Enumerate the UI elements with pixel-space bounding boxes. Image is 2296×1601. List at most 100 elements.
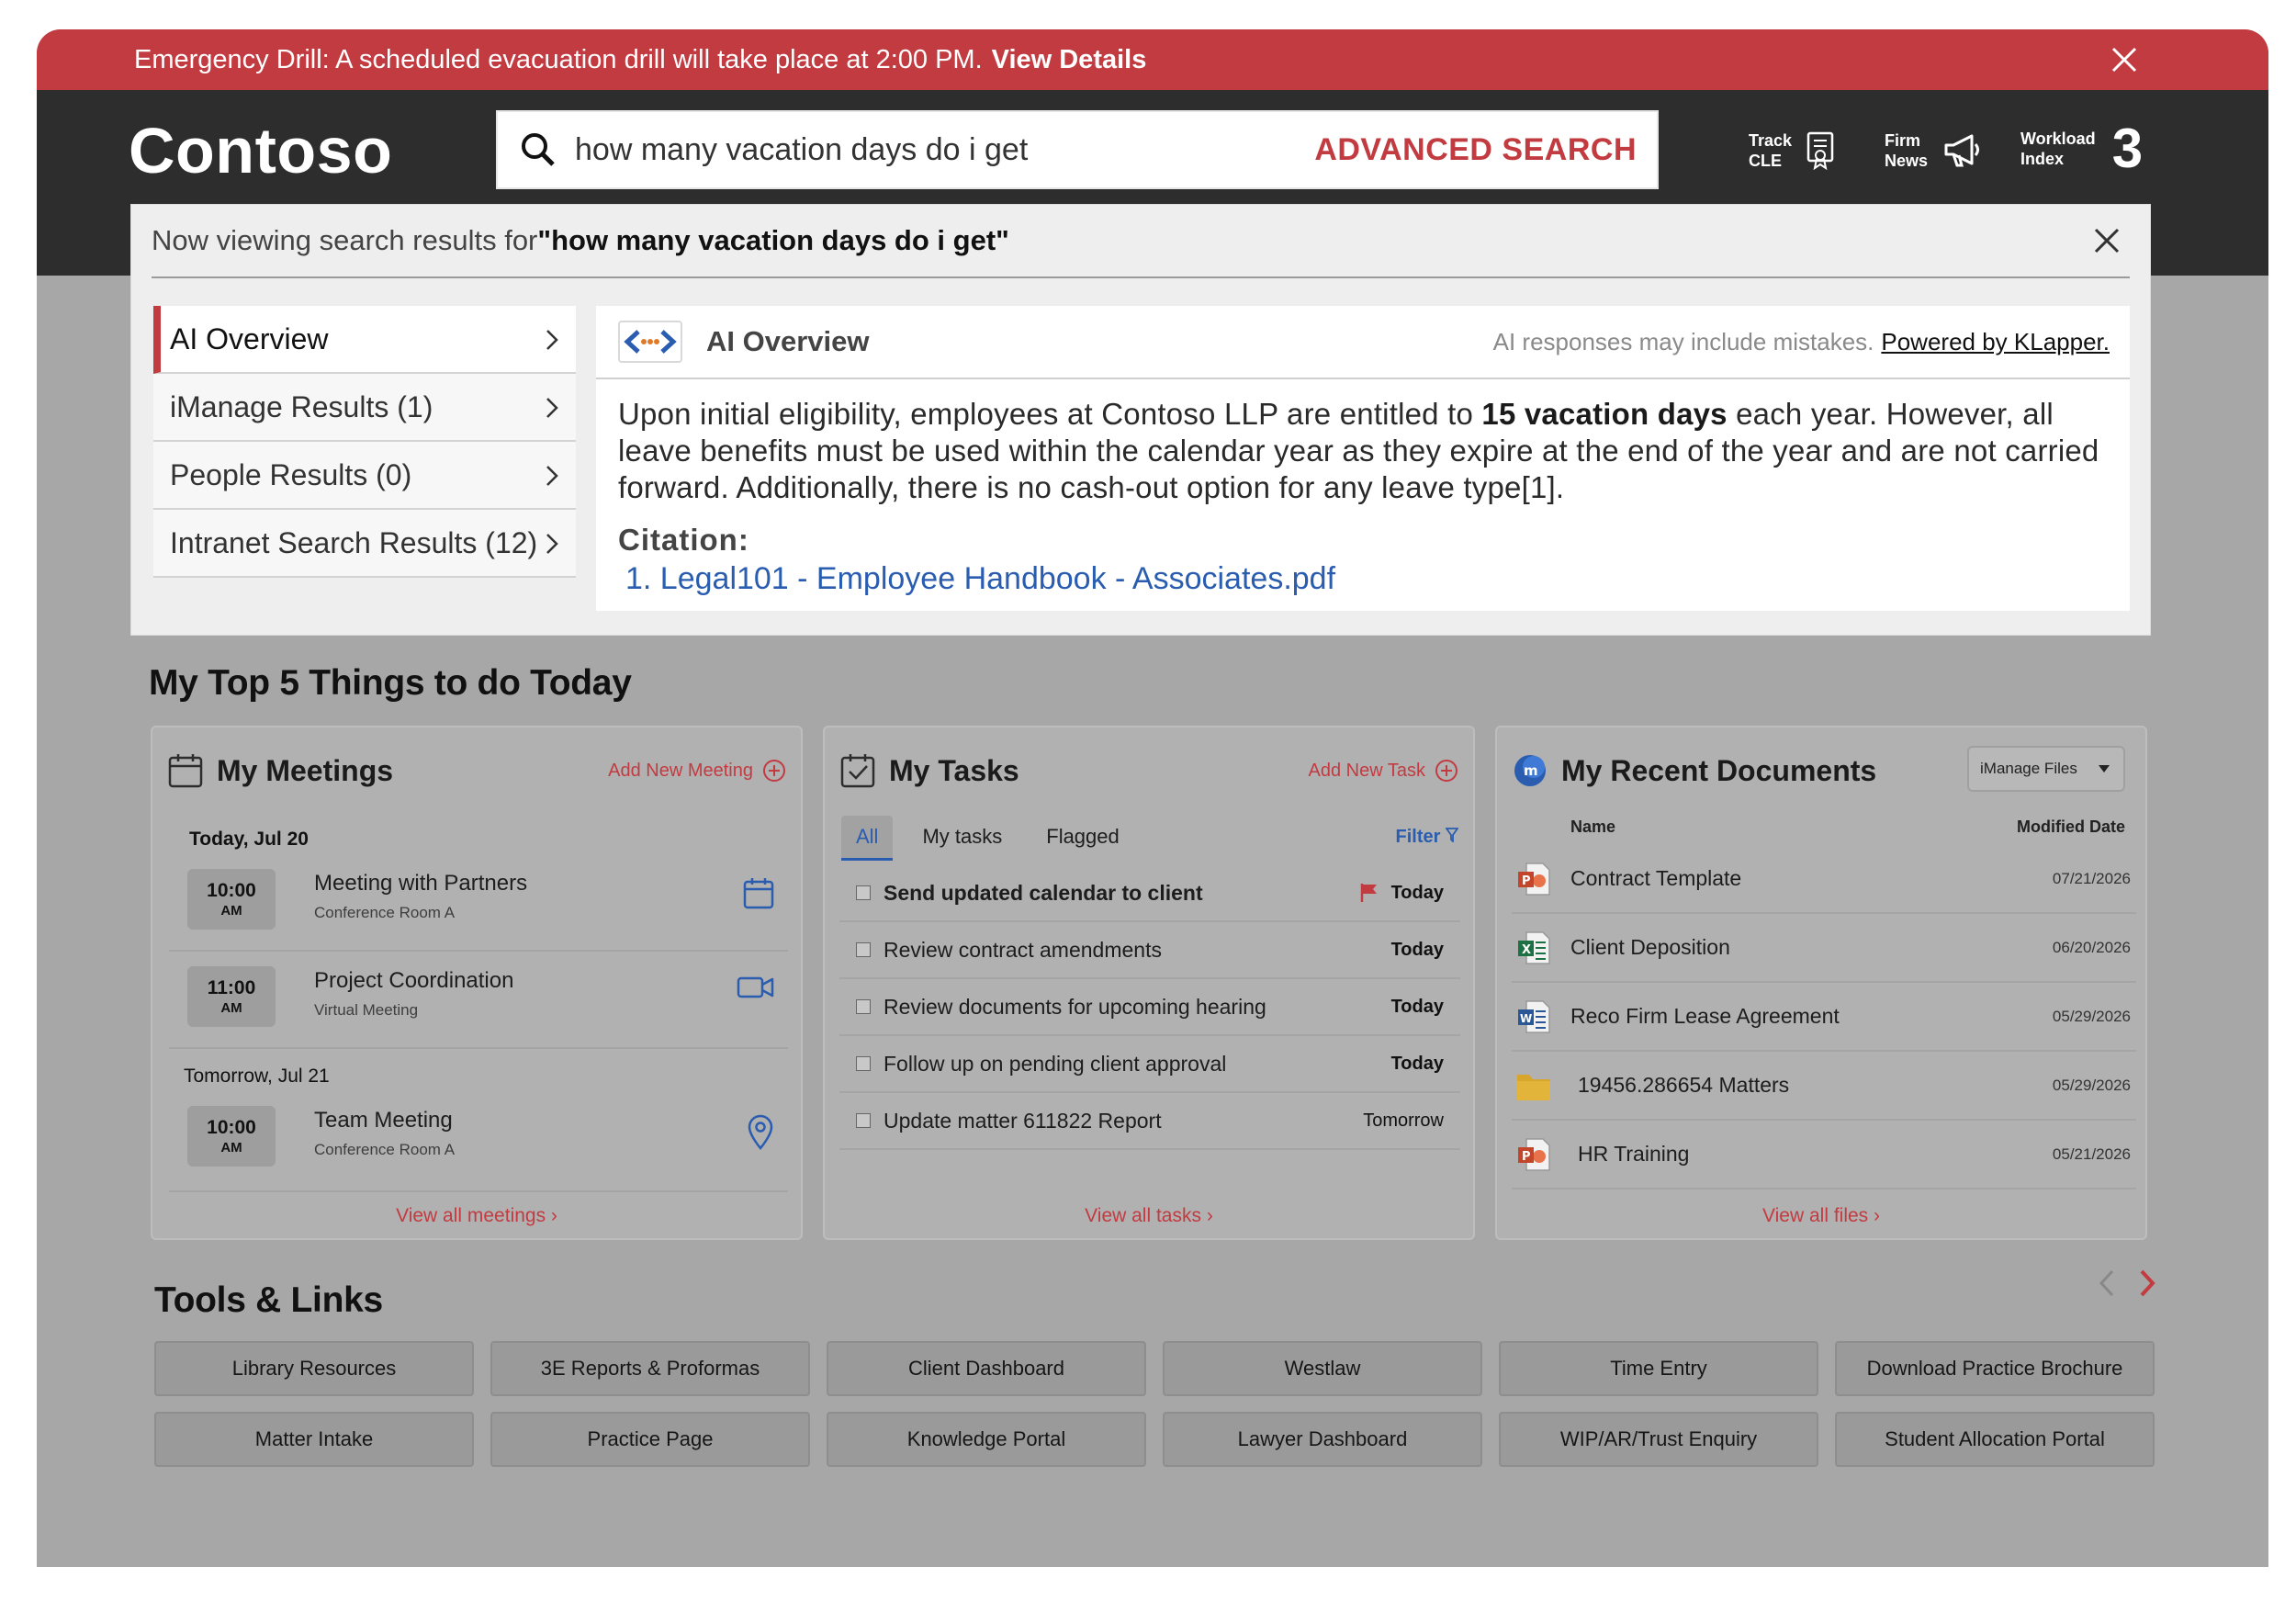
- task-checkbox[interactable]: [856, 1056, 871, 1071]
- alert-message: Emergency Drill: A scheduled evacuation …: [134, 44, 983, 74]
- task-row[interactable]: Follow up on pending client approval Tod…: [839, 1036, 1460, 1093]
- task-row[interactable]: Send updated calendar to client Today: [839, 865, 1460, 922]
- chevron-left-icon[interactable]: [2094, 1268, 2122, 1299]
- tool-link[interactable]: Matter Intake: [154, 1412, 474, 1467]
- ai-overview-text: Upon initial eligibility, employees at C…: [596, 379, 2130, 506]
- workload-index[interactable]: Workload Index 3: [2020, 121, 2143, 176]
- chevron-right-icon: [546, 398, 558, 418]
- document-date: 07/21/2026: [2052, 869, 2131, 887]
- tool-link[interactable]: Westlaw: [1163, 1341, 1482, 1396]
- svg-text:P: P: [1522, 1150, 1531, 1164]
- task-title: Review contract amendments: [884, 937, 1162, 962]
- results-nav-ai-overview[interactable]: AI Overview: [153, 306, 576, 374]
- tool-link[interactable]: Download Practice Brochure: [1835, 1341, 2155, 1396]
- task-row[interactable]: Review documents for upcoming hearing To…: [839, 979, 1460, 1036]
- task-checkbox[interactable]: [856, 942, 871, 957]
- meeting-ampm: AM: [220, 903, 242, 919]
- folder-icon: [1517, 1074, 1550, 1100]
- tool-link[interactable]: Student Allocation Portal: [1835, 1412, 2155, 1467]
- meeting-title: Project Coordination: [314, 968, 514, 993]
- advanced-search-button[interactable]: ADVANCED SEARCH: [1314, 132, 1637, 168]
- brand-logo[interactable]: Contoso: [129, 114, 392, 187]
- tool-link[interactable]: Practice Page: [490, 1412, 810, 1467]
- meeting-time: 10:00 AM: [187, 1106, 276, 1167]
- powered-by-link[interactable]: Powered by KLapper.: [1881, 328, 2110, 356]
- add-new-meeting-button[interactable]: Add New Meeting: [608, 759, 786, 783]
- document-row[interactable]: W Reco Firm Lease Agreement 05/29/2026: [1512, 983, 2136, 1052]
- search-icon[interactable]: [518, 130, 558, 170]
- view-all-meetings-link[interactable]: View all meetings ›: [152, 1205, 801, 1227]
- document-name: Client Deposition: [1570, 935, 1730, 959]
- flag-icon[interactable]: [1360, 883, 1379, 903]
- caret-down-icon: [2099, 765, 2110, 772]
- chevron-right-icon: [546, 466, 558, 486]
- tool-link[interactable]: Lawyer Dashboard: [1163, 1412, 1482, 1467]
- document-date: 05/29/2026: [2052, 1007, 2131, 1025]
- close-icon[interactable]: [2109, 44, 2140, 75]
- col-modified-date[interactable]: Modified Date: [2017, 817, 2125, 837]
- tool-link[interactable]: Knowledge Portal: [827, 1412, 1146, 1467]
- document-row[interactable]: P Contract Template 07/21/2026: [1512, 845, 2136, 914]
- meeting-location: Conference Room A: [314, 904, 456, 921]
- task-checkbox[interactable]: [856, 1113, 871, 1128]
- close-results-icon[interactable]: [2091, 225, 2122, 256]
- meeting-ampm: AM: [220, 1000, 242, 1016]
- view-details-link[interactable]: View Details: [992, 45, 1147, 75]
- results-query: "how many vacation days do i get": [537, 224, 1009, 256]
- svg-text:m: m: [1524, 762, 1538, 779]
- tab-my-tasks[interactable]: My tasks: [907, 816, 1017, 861]
- document-source-select[interactable]: iManage Files: [1967, 746, 2125, 792]
- document-date: 05/29/2026: [2052, 1076, 2131, 1094]
- add-meeting-label: Add New Meeting: [608, 760, 753, 781]
- plus-circle-icon: [1435, 760, 1458, 782]
- task-title: Send updated calendar to client: [884, 880, 1203, 905]
- track-cle-label-1: Track: [1749, 131, 1793, 150]
- tab-all[interactable]: All: [841, 816, 894, 861]
- view-all-meetings-label: View all meetings: [396, 1205, 546, 1226]
- search-input[interactable]: how many vacation days do i get: [575, 132, 1314, 168]
- tool-link[interactable]: Time Entry: [1499, 1341, 1818, 1396]
- filter-button[interactable]: Filter: [1396, 827, 1459, 848]
- search-results-panel: Now viewing search results for "how many…: [130, 204, 2151, 636]
- firm-news-button[interactable]: Firm News: [1885, 130, 1983, 171]
- document-source-value: iManage Files: [1980, 760, 2077, 777]
- tool-link[interactable]: 3E Reports & Proformas: [490, 1341, 810, 1396]
- meetings-title: My Meetings: [217, 753, 394, 787]
- meeting-item[interactable]: 10:00 AM Meeting with Partners Conference…: [169, 856, 788, 952]
- results-nav: AI Overview iManage Results (1) People R…: [153, 306, 576, 578]
- ai-text-highlight: 15 vacation days: [1481, 397, 1728, 431]
- meeting-item[interactable]: 10:00 AM Team Meeting Conference Room A: [169, 1093, 788, 1192]
- tool-link[interactable]: Client Dashboard: [827, 1341, 1146, 1396]
- document-row[interactable]: P HR Training 05/21/2026: [1512, 1121, 2136, 1189]
- tab-flagged[interactable]: Flagged: [1031, 816, 1134, 861]
- word-icon: W: [1518, 999, 1550, 1033]
- meeting-item[interactable]: 11:00 AM Project Coordination Virtual Mee…: [169, 953, 788, 1049]
- video-camera-icon[interactable]: [737, 974, 775, 1001]
- citation-link[interactable]: 1. Legal101 - Employee Handbook - Associ…: [596, 561, 2130, 597]
- results-nav-people[interactable]: People Results (0): [153, 442, 576, 510]
- meeting-location: Conference Room A: [314, 1141, 456, 1158]
- results-nav-imanage[interactable]: iManage Results (1): [153, 374, 576, 442]
- view-all-tasks-link[interactable]: View all tasks ›: [825, 1205, 1473, 1227]
- top5-title: My Top 5 Things to do Today: [149, 663, 632, 703]
- calendar-icon[interactable]: [742, 876, 775, 911]
- add-new-task-button[interactable]: Add New Task: [1309, 759, 1458, 783]
- map-pin-icon[interactable]: [746, 1113, 775, 1150]
- task-row[interactable]: Update matter 611822 Report Tomorrow: [839, 1093, 1460, 1150]
- view-all-files-link[interactable]: View all files ›: [1497, 1205, 2145, 1227]
- results-nav-label: People Results (0): [170, 457, 412, 491]
- calendar-check-icon: [840, 754, 875, 788]
- track-cle-button[interactable]: Track CLE: [1749, 130, 1834, 171]
- search-box[interactable]: how many vacation days do i get ADVANCED…: [496, 110, 1659, 189]
- document-row[interactable]: X Client Deposition 06/20/2026: [1512, 914, 2136, 983]
- col-name[interactable]: Name: [1570, 817, 1615, 837]
- task-checkbox[interactable]: [856, 999, 871, 1014]
- tool-link[interactable]: Library Resources: [154, 1341, 474, 1396]
- firm-news-label-2: News: [1885, 152, 1929, 170]
- task-checkbox[interactable]: [856, 885, 871, 900]
- task-row[interactable]: Review contract amendments Today: [839, 922, 1460, 979]
- document-row[interactable]: 19456.286654 Matters 05/29/2026: [1512, 1052, 2136, 1121]
- results-nav-intranet[interactable]: Intranet Search Results (12): [153, 510, 576, 578]
- chevron-right-icon[interactable]: [2133, 1268, 2160, 1299]
- tool-link[interactable]: WIP/AR/Trust Enquiry: [1499, 1412, 1818, 1467]
